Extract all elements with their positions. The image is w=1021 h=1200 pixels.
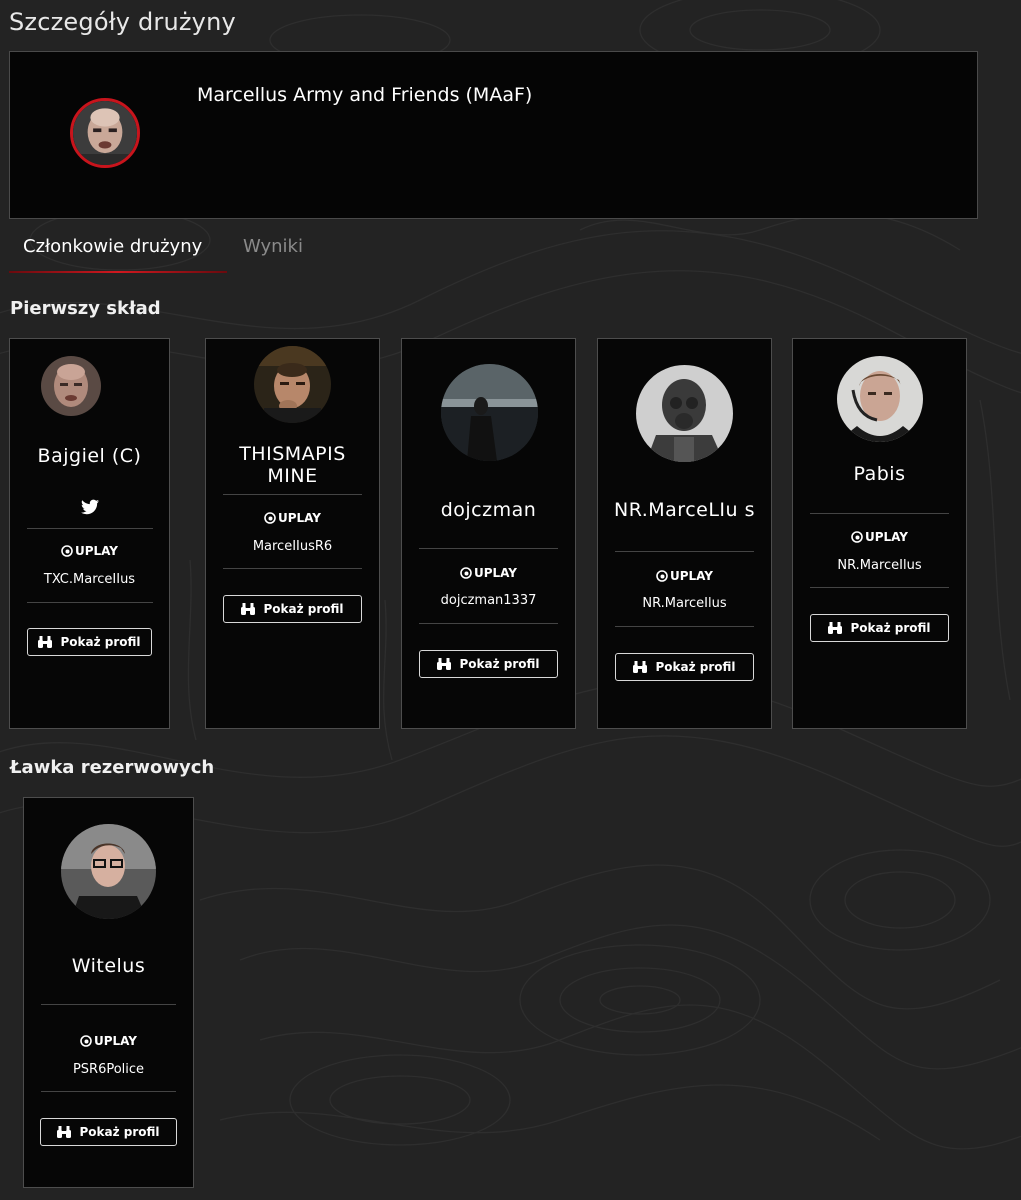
divider bbox=[419, 623, 558, 624]
show-profile-button[interactable]: Pokaż profil bbox=[27, 628, 152, 656]
uplay-username: MarceIIusR6 bbox=[252, 539, 333, 554]
show-profile-label: Pokaż profil bbox=[263, 602, 344, 616]
player-avatar bbox=[41, 356, 101, 416]
divider bbox=[615, 551, 754, 552]
player-card: NR.MarceLIu s UPLAY NR.MarceIlus Pokaż p… bbox=[597, 338, 772, 729]
uplay-platform-label: UPLAY bbox=[598, 569, 771, 583]
binoculars-icon bbox=[38, 636, 53, 648]
show-profile-button[interactable]: Pokaż profil bbox=[810, 614, 949, 642]
uplay-platform-label: UPLAY bbox=[206, 511, 379, 525]
page-title: Szczegóły drużyny bbox=[9, 8, 236, 36]
uplay-label-text: UPLAY bbox=[669, 569, 713, 583]
player-card: dojczman UPLAY dojczman1337 Pokaż profil bbox=[401, 338, 576, 729]
tab-members[interactable]: Członkowie drużyny bbox=[23, 236, 202, 257]
player-card: Pabis UPLAY NR.MarceIlus Pokaż profil bbox=[792, 338, 967, 729]
binoculars-icon bbox=[828, 622, 843, 634]
uplay-label-text: UPLAY bbox=[473, 566, 517, 580]
uplay-platform-label: UPLAY bbox=[793, 530, 966, 544]
uplay-icon bbox=[264, 512, 276, 524]
uplay-icon bbox=[851, 531, 863, 543]
divider bbox=[27, 602, 153, 603]
divider bbox=[41, 1004, 176, 1005]
player-name: THISMAPIS MINE bbox=[239, 443, 346, 487]
show-profile-button[interactable]: Pokaż profil bbox=[615, 653, 754, 681]
show-profile-label: Pokaż profil bbox=[459, 657, 540, 671]
show-profile-label: Pokaż profil bbox=[655, 660, 736, 674]
divider bbox=[41, 1091, 176, 1092]
show-profile-label: Pokaż profil bbox=[850, 621, 931, 635]
uplay-icon bbox=[80, 1035, 92, 1047]
uplay-username: NR.MarceIlus bbox=[837, 558, 922, 573]
show-profile-button[interactable]: Pokaż profil bbox=[40, 1118, 177, 1146]
player-name: Bajgiel (C) bbox=[37, 445, 142, 467]
binoculars-icon bbox=[57, 1126, 72, 1138]
team-logo bbox=[70, 98, 140, 168]
uplay-icon bbox=[61, 545, 73, 557]
uplay-username: dojczman1337 bbox=[440, 593, 537, 608]
player-name: dojczman bbox=[440, 499, 537, 521]
binoculars-icon bbox=[437, 658, 452, 670]
player-avatar bbox=[441, 364, 538, 461]
player-avatar bbox=[837, 356, 923, 442]
show-profile-label: Pokaż profil bbox=[60, 635, 141, 649]
player-avatar bbox=[61, 824, 156, 919]
uplay-username: PSR6Police bbox=[72, 1062, 145, 1077]
binoculars-icon bbox=[241, 603, 256, 615]
divider bbox=[419, 548, 558, 549]
tab-results[interactable]: Wyniki bbox=[243, 236, 303, 257]
player-avatar bbox=[254, 346, 331, 423]
player-card: Witelus UPLAY PSR6Police Pokaż profil bbox=[23, 797, 194, 1188]
uplay-username: TXC.MarceIIus bbox=[43, 572, 136, 587]
bench-heading: Ławka rezerwowych bbox=[10, 757, 215, 778]
uplay-label-text: UPLAY bbox=[93, 1034, 137, 1048]
active-tab-underline bbox=[9, 271, 227, 273]
uplay-icon bbox=[656, 570, 668, 582]
main-roster-heading: Pierwszy skład bbox=[10, 298, 161, 319]
player-name: Witelus bbox=[71, 955, 146, 977]
binoculars-icon bbox=[633, 661, 648, 673]
team-header-panel: Marcellus Army and Friends (MAaF) bbox=[9, 51, 978, 219]
divider bbox=[810, 587, 949, 588]
player-name: NR.MarceLIu s bbox=[613, 499, 755, 521]
uplay-label-text: UPLAY bbox=[277, 511, 321, 525]
divider bbox=[27, 528, 153, 529]
player-name: Pabis bbox=[853, 463, 906, 485]
team-details-page: Szczegóły drużyny Marcellus Army and Fri… bbox=[0, 0, 1021, 1200]
divider bbox=[615, 626, 754, 627]
divider bbox=[810, 513, 949, 514]
show-profile-button[interactable]: Pokaż profil bbox=[419, 650, 558, 678]
uplay-label-text: UPLAY bbox=[864, 530, 908, 544]
player-avatar bbox=[636, 365, 733, 462]
uplay-icon bbox=[460, 567, 472, 579]
uplay-platform-label: UPLAY bbox=[10, 544, 169, 558]
uplay-platform-label: UPLAY bbox=[24, 1034, 193, 1048]
player-card: THISMAPIS MINE UPLAY MarceIIusR6 Pokaż p… bbox=[205, 338, 380, 729]
uplay-username: NR.MarceIlus bbox=[642, 596, 727, 611]
show-profile-button[interactable]: Pokaż profil bbox=[223, 595, 362, 623]
divider bbox=[223, 568, 362, 569]
twitter-icon[interactable] bbox=[80, 499, 99, 515]
team-name: Marcellus Army and Friends (MAaF) bbox=[197, 84, 533, 106]
divider bbox=[223, 494, 362, 495]
player-card: Bajgiel (C) UPLAY TXC.MarceIIus Pokaż pr… bbox=[9, 338, 170, 729]
uplay-platform-label: UPLAY bbox=[402, 566, 575, 580]
show-profile-label: Pokaż profil bbox=[79, 1125, 160, 1139]
uplay-label-text: UPLAY bbox=[74, 544, 118, 558]
team-logo-photo bbox=[73, 101, 137, 165]
